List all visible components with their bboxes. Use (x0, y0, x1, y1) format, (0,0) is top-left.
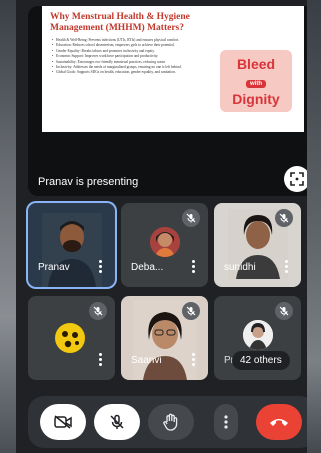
participant-tile-deba[interactable]: Deba... (121, 203, 208, 287)
participant-options-button[interactable] (188, 259, 198, 275)
mic-off-icon (279, 306, 289, 316)
mic-off-icon (279, 213, 289, 223)
others-count-label: 42 others (240, 355, 282, 366)
presenter-label: Pranav is presenting (38, 176, 139, 188)
others-count-chip[interactable]: 42 others (232, 351, 290, 370)
camera-toggle-button[interactable] (40, 404, 86, 440)
participant-tile-saanvi[interactable]: Saanvi (121, 296, 208, 380)
participant-tile-sunidhi[interactable]: sunidhi (214, 203, 301, 287)
participant-options-button[interactable] (95, 259, 105, 275)
mic-off-badge (89, 302, 107, 320)
bleed-with-dignity-logo: Bleed with Dignity (220, 50, 292, 112)
call-controls-bar (28, 396, 307, 448)
more-vert-icon (224, 415, 228, 429)
mic-off-badge (275, 209, 293, 227)
participant-tile-pranav[interactable]: Pranav (28, 203, 115, 287)
slide-points: Health & Well-Being: Prevents infections… (52, 38, 202, 76)
more-options-button[interactable] (214, 404, 238, 440)
presentation-panel[interactable]: Why Menstrual Health & Hygiene Managemen… (28, 6, 307, 196)
participant-name: sunidhi (224, 262, 256, 273)
participant-options-button[interactable] (281, 259, 291, 275)
end-call-button[interactable] (256, 404, 302, 440)
participant-avatar (54, 322, 86, 354)
slide-title: Why Menstrual Health & Hygiene Managemen… (50, 12, 190, 33)
mic-off-icon (186, 306, 196, 316)
raise-hand-icon (163, 413, 178, 431)
camera-off-icon (54, 415, 72, 429)
mic-off-icon (186, 213, 196, 223)
mic-off-badge (182, 209, 200, 227)
participant-video (41, 213, 102, 287)
participant-avatar (149, 227, 180, 257)
fullscreen-button[interactable] (284, 166, 307, 192)
participant-name: Saanvi (131, 355, 162, 366)
raise-hand-button[interactable] (148, 404, 194, 440)
background-left (0, 0, 16, 453)
participant-name: Pranav (38, 262, 70, 273)
logo-line-2: with (246, 80, 266, 88)
mic-toggle-button[interactable] (94, 404, 140, 440)
shared-slide: Why Menstrual Health & Hygiene Managemen… (42, 6, 304, 132)
participant-options-button[interactable] (188, 352, 198, 368)
mic-off-badge (182, 302, 200, 320)
mic-off-badge (275, 302, 293, 320)
participant-avatar (242, 320, 273, 350)
mic-off-icon (110, 414, 124, 429)
end-call-icon (270, 419, 288, 426)
participant-options-button[interactable] (95, 352, 105, 368)
mic-off-icon (93, 306, 103, 316)
participant-tile-others[interactable]: Pr 42 others (214, 296, 301, 380)
fullscreen-icon (290, 172, 304, 186)
participant-name: Deba... (131, 262, 164, 273)
slide-point: Global Goals: Supports SDGs on health, e… (52, 70, 202, 76)
background-right (307, 0, 321, 453)
logo-line-3: Dignity (232, 91, 280, 107)
participant-tile-unnamed[interactable] (28, 296, 115, 380)
logo-line-1: Bleed (236, 56, 276, 72)
meet-app: Why Menstrual Health & Hygiene Managemen… (16, 0, 307, 453)
